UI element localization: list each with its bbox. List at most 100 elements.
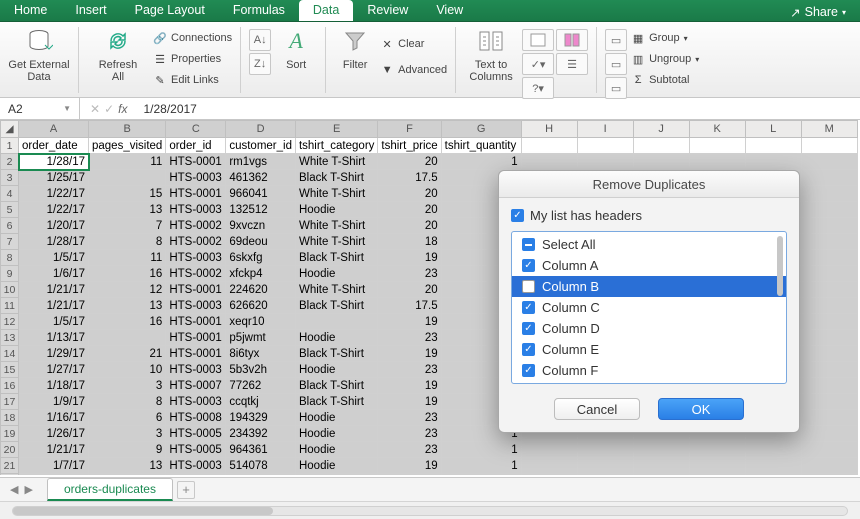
cell[interactable] [378, 474, 441, 476]
cell[interactable]: xfckp4 [226, 266, 296, 282]
cell[interactable] [801, 154, 857, 170]
cell[interactable]: 11 [89, 154, 166, 170]
cell[interactable] [689, 458, 745, 474]
cell[interactable] [801, 410, 857, 426]
cell[interactable]: 234392 [226, 426, 296, 442]
cell[interactable]: White T-Shirt [295, 282, 377, 298]
cell[interactable]: 6 [89, 410, 166, 426]
cell[interactable]: 1/16/17 [19, 410, 89, 426]
row-header[interactable]: 4 [1, 186, 19, 202]
row-header[interactable]: 13 [1, 330, 19, 346]
cell[interactable]: tshirt_quantity [441, 138, 521, 154]
column-header[interactable]: A [19, 121, 89, 138]
group-gridline-2[interactable]: ▭ [605, 53, 627, 75]
cell[interactable]: 20 [378, 154, 441, 170]
cell[interactable]: 1/21/17 [19, 442, 89, 458]
fx-button[interactable]: ✕ ✓ fx [80, 98, 137, 119]
scrollbar[interactable] [776, 234, 784, 381]
subtotal-button[interactable]: ΣSubtotal [631, 71, 699, 89]
group-gridline-1[interactable]: ▭ [605, 29, 627, 51]
column-option[interactable]: Column B [512, 276, 786, 297]
cell[interactable]: HTS-0001 [166, 186, 226, 202]
cell[interactable]: 964361 [226, 442, 296, 458]
column-header[interactable]: G [441, 121, 521, 138]
column-option[interactable]: ✓Column D [512, 318, 786, 339]
cell[interactable]: 20 [378, 282, 441, 298]
cell[interactable]: 132512 [226, 202, 296, 218]
refresh-all-button[interactable]: Refresh All [87, 25, 149, 83]
row-header[interactable]: 9 [1, 266, 19, 282]
cell[interactable] [521, 458, 577, 474]
cell[interactable] [689, 474, 745, 476]
cell[interactable]: Black T-Shirt [295, 378, 377, 394]
tab-insert[interactable]: Insert [61, 0, 120, 21]
cell[interactable]: 23 [378, 362, 441, 378]
cell[interactable]: Hoodie [295, 362, 377, 378]
cell[interactable]: HTS-0005 [166, 442, 226, 458]
cell[interactable] [745, 442, 801, 458]
cell[interactable] [521, 154, 577, 170]
cell[interactable] [577, 474, 633, 476]
cell[interactable]: ccqtkj [226, 394, 296, 410]
cell[interactable]: 11 [89, 250, 166, 266]
cell[interactable]: 1/7/17 [19, 458, 89, 474]
cell[interactable] [633, 138, 689, 154]
cell[interactable]: 1/6/17 [19, 266, 89, 282]
cell[interactable]: 21 [89, 346, 166, 362]
cell[interactable]: order_id [166, 138, 226, 154]
sheet-tab-active[interactable]: orders-duplicates [47, 478, 173, 501]
cell[interactable]: 69deou [226, 234, 296, 250]
cell[interactable]: 1/22/17 [19, 186, 89, 202]
cell[interactable] [521, 474, 577, 476]
scroll-thumb[interactable] [777, 236, 783, 296]
cell[interactable]: 461362 [226, 170, 296, 186]
edit-links-button[interactable]: ✎Edit Links [153, 71, 232, 89]
cell[interactable]: 9xvczn [226, 218, 296, 234]
cell[interactable]: 9 [89, 442, 166, 458]
cell[interactable]: HTS-0003 [166, 362, 226, 378]
cell[interactable]: Hoodie [295, 458, 377, 474]
consolidate-button[interactable]: ☰ [556, 53, 588, 75]
cell[interactable]: 5b3v2h [226, 362, 296, 378]
row-header[interactable]: 7 [1, 234, 19, 250]
cell[interactable] [801, 330, 857, 346]
tab-home[interactable]: Home [0, 0, 61, 21]
ok-button[interactable]: OK [658, 398, 744, 420]
cell[interactable]: 19 [378, 378, 441, 394]
row-header[interactable]: 6 [1, 218, 19, 234]
cell[interactable]: tshirt_price [378, 138, 441, 154]
cell[interactable]: Hoodie [295, 266, 377, 282]
cell[interactable]: HTS-0002 [166, 218, 226, 234]
cell[interactable]: 1/22/17 [19, 202, 89, 218]
sheet-prev-icon[interactable]: ◀ [10, 483, 18, 496]
cell[interactable]: 1 [441, 458, 521, 474]
cell[interactable]: 20 [378, 218, 441, 234]
sheet-next-icon[interactable]: ▶ [24, 483, 32, 496]
cell[interactable] [801, 378, 857, 394]
cell[interactable]: 8 [89, 394, 166, 410]
scroll-thumb[interactable] [13, 507, 273, 515]
cell[interactable]: HTS-0001 [166, 282, 226, 298]
cell[interactable]: Black T-Shirt [295, 298, 377, 314]
cell[interactable]: 1/5/17 [19, 250, 89, 266]
share-button[interactable]: ↗ Share ▾ [776, 0, 860, 21]
cell[interactable]: Black T-Shirt [295, 250, 377, 266]
cell[interactable]: order_date [19, 138, 89, 154]
cell[interactable]: White T-Shirt [295, 234, 377, 250]
cell[interactable]: HTS-0005 [166, 426, 226, 442]
cell[interactable]: 6skxfg [226, 250, 296, 266]
group-button[interactable]: ▦Group▾ [631, 29, 699, 47]
cell[interactable]: 1/28/17 [19, 154, 89, 170]
cell[interactable]: 19 [378, 346, 441, 362]
cell[interactable] [801, 298, 857, 314]
cell[interactable]: HTS-0003 [166, 202, 226, 218]
cell[interactable]: 19 [378, 458, 441, 474]
column-header[interactable]: C [166, 121, 226, 138]
cell[interactable]: 1/13/17 [19, 330, 89, 346]
cell[interactable] [801, 282, 857, 298]
cell[interactable]: 18 [378, 234, 441, 250]
cell[interactable]: tshirt_category [295, 138, 377, 154]
group-gridline-3[interactable]: ▭ [605, 77, 627, 99]
cell[interactable] [689, 442, 745, 458]
column-option[interactable]: ✓Column F [512, 360, 786, 381]
